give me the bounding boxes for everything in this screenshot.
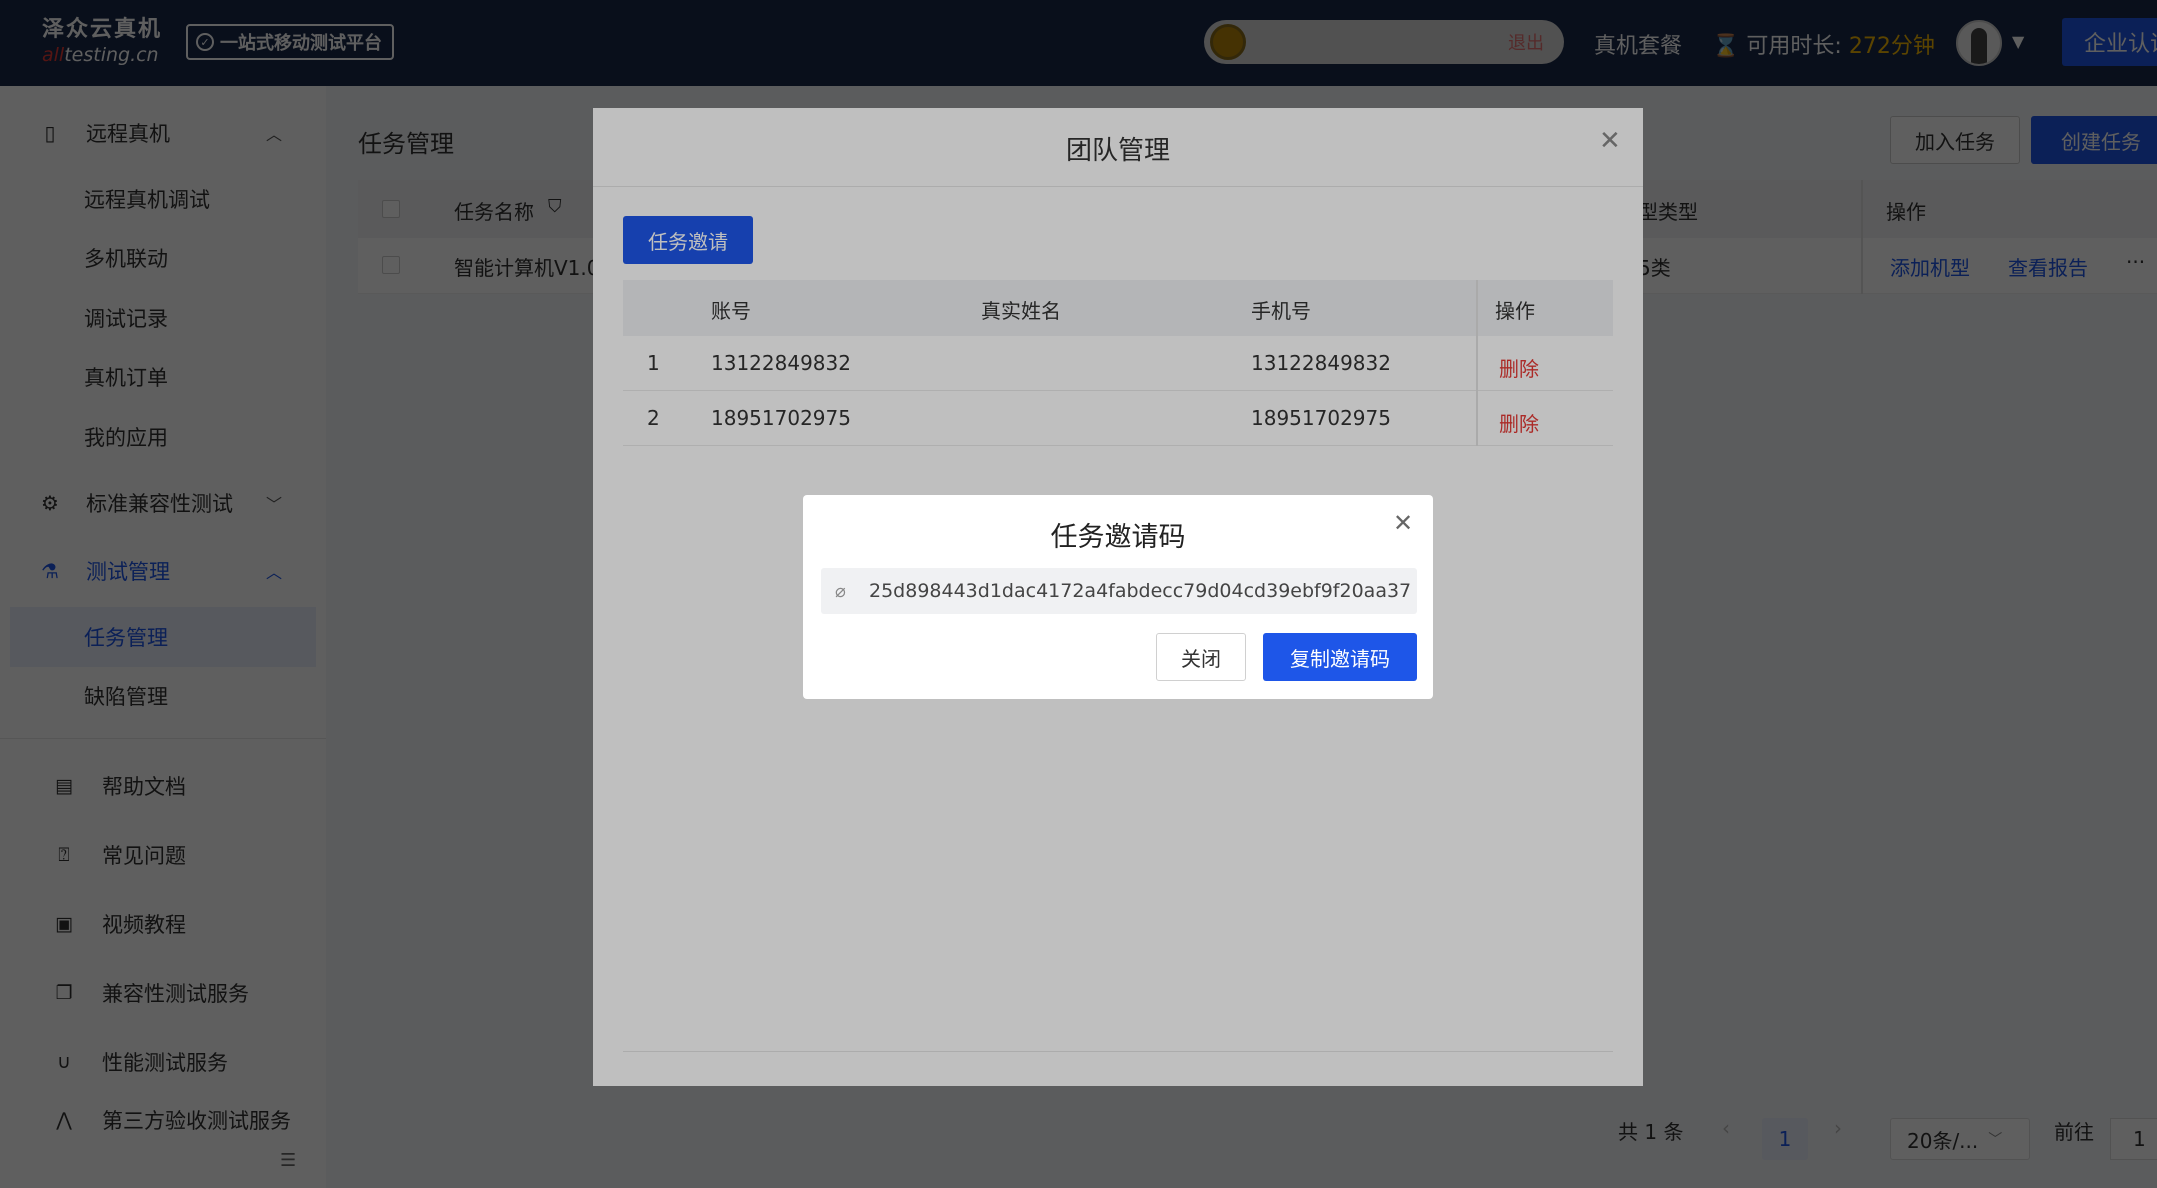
dialog-title: 任务邀请码 <box>1050 522 1186 553</box>
copy-invite-code-button[interactable]: 复制邀请码 <box>1263 633 1417 681</box>
paperclip-icon: ⌀ <box>835 580 846 602</box>
invite-code-value: 25d898443d1dac4172a4fabdecc79d04cd39ebf9… <box>869 580 1412 602</box>
invite-code-dialog: 任务邀请码 ✕ ⌀ 25d898443d1dac4172a4fabdecc79d… <box>803 495 1433 699</box>
close-button[interactable]: 关闭 <box>1156 633 1246 681</box>
invite-code-field[interactable]: ⌀ 25d898443d1dac4172a4fabdecc79d04cd39eb… <box>821 568 1417 614</box>
close-icon[interactable]: ✕ <box>1393 509 1413 537</box>
